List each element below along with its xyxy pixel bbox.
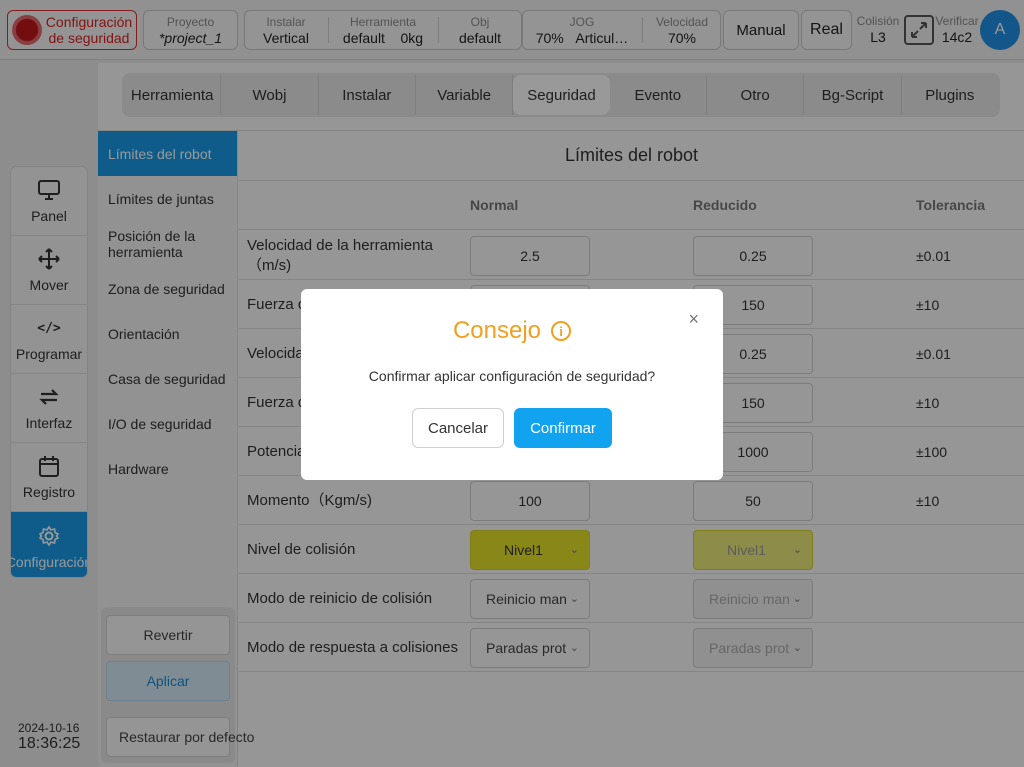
- close-icon[interactable]: ×: [688, 309, 699, 330]
- confirm-button[interactable]: Confirmar: [514, 408, 612, 448]
- dialog-title: Consejo i: [301, 317, 723, 345]
- dialog-title-text: Consejo: [452, 317, 542, 344]
- confirm-dialog: Consejo i × Confirmar aplicar configurac…: [301, 289, 723, 480]
- info-icon: i: [551, 321, 572, 341]
- cancel-button[interactable]: Cancelar: [412, 408, 504, 448]
- dialog-message: Confirmar aplicar configuración de segur…: [368, 368, 656, 384]
